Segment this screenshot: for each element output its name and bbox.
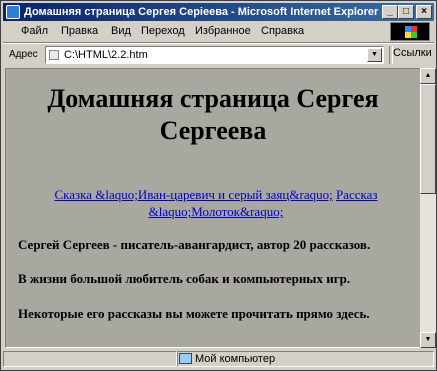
story-links: Сказка &laquo;Иван-царевич и серый заяц&… <box>26 186 406 220</box>
maximize-button[interactable]: □ <box>398 5 414 19</box>
address-input[interactable]: C:\HTML\2.2.htm ▼ <box>45 46 384 64</box>
address-page-icon <box>49 50 59 60</box>
address-bar: Адрес C:\HTML\2.2.htm ▼ Ссылки <box>3 43 434 66</box>
menu-favorites[interactable]: Избранное <box>195 25 251 37</box>
title-bar[interactable]: Домашняя страница Сергея Серiеева - Micr… <box>3 3 434 21</box>
minimize-button[interactable]: _ <box>382 5 398 19</box>
page-title-line-2: Сергеева <box>159 116 267 145</box>
status-zone: Мой компьютер <box>195 353 276 365</box>
page-title: Домашняя страница Сергея Сергеева <box>6 83 420 147</box>
links-button[interactable]: Ссылки <box>393 47 432 59</box>
ie-page-icon <box>6 5 20 19</box>
menu-help[interactable]: Справка <box>261 25 304 37</box>
menu-file[interactable]: Файл <box>21 25 48 37</box>
page-content: Домашняя страница Сергея Сергеева Сказка… <box>5 68 421 348</box>
browser-window: Домашняя страница Сергея Серiеева - Micr… <box>0 0 437 371</box>
address-value: C:\HTML\2.2.htm <box>64 49 148 61</box>
stories-paragraph: Некоторые его рассказы вы можете прочита… <box>18 306 370 321</box>
address-label: Адрес <box>9 49 38 60</box>
scroll-down-button[interactable]: ▼ <box>420 332 436 348</box>
windows-logo-icon <box>390 22 430 41</box>
menu-bar: Файл Правка Вид Переход Избранное Справк… <box>3 22 434 43</box>
my-computer-icon <box>179 353 192 364</box>
link-skazka[interactable]: Сказка &laquo;Иван-царевич и серый заяц&… <box>54 187 332 202</box>
menu-edit[interactable]: Правка <box>61 25 98 37</box>
close-button[interactable]: × <box>416 5 432 19</box>
status-bar: Мой компьютер <box>3 350 434 368</box>
scroll-thumb[interactable] <box>420 84 436 194</box>
status-message-cell <box>3 351 177 367</box>
address-dropdown-button[interactable]: ▼ <box>367 48 382 62</box>
scroll-up-button[interactable]: ▲ <box>420 68 436 84</box>
page-title-line-1: Домашняя страница Сергея <box>47 84 379 113</box>
hobby-paragraph: В жизни большой любитель собак и компьют… <box>18 271 351 286</box>
menu-go[interactable]: Переход <box>141 25 185 37</box>
menu-view[interactable]: Вид <box>111 25 131 37</box>
window-title: Домашняя страница Сергея Серiеева - Micr… <box>24 6 379 18</box>
intro-paragraph: Сергей Сергеев - писатель-авангардист, а… <box>18 237 371 252</box>
vertical-scrollbar[interactable]: ▲ ▼ <box>420 68 436 348</box>
